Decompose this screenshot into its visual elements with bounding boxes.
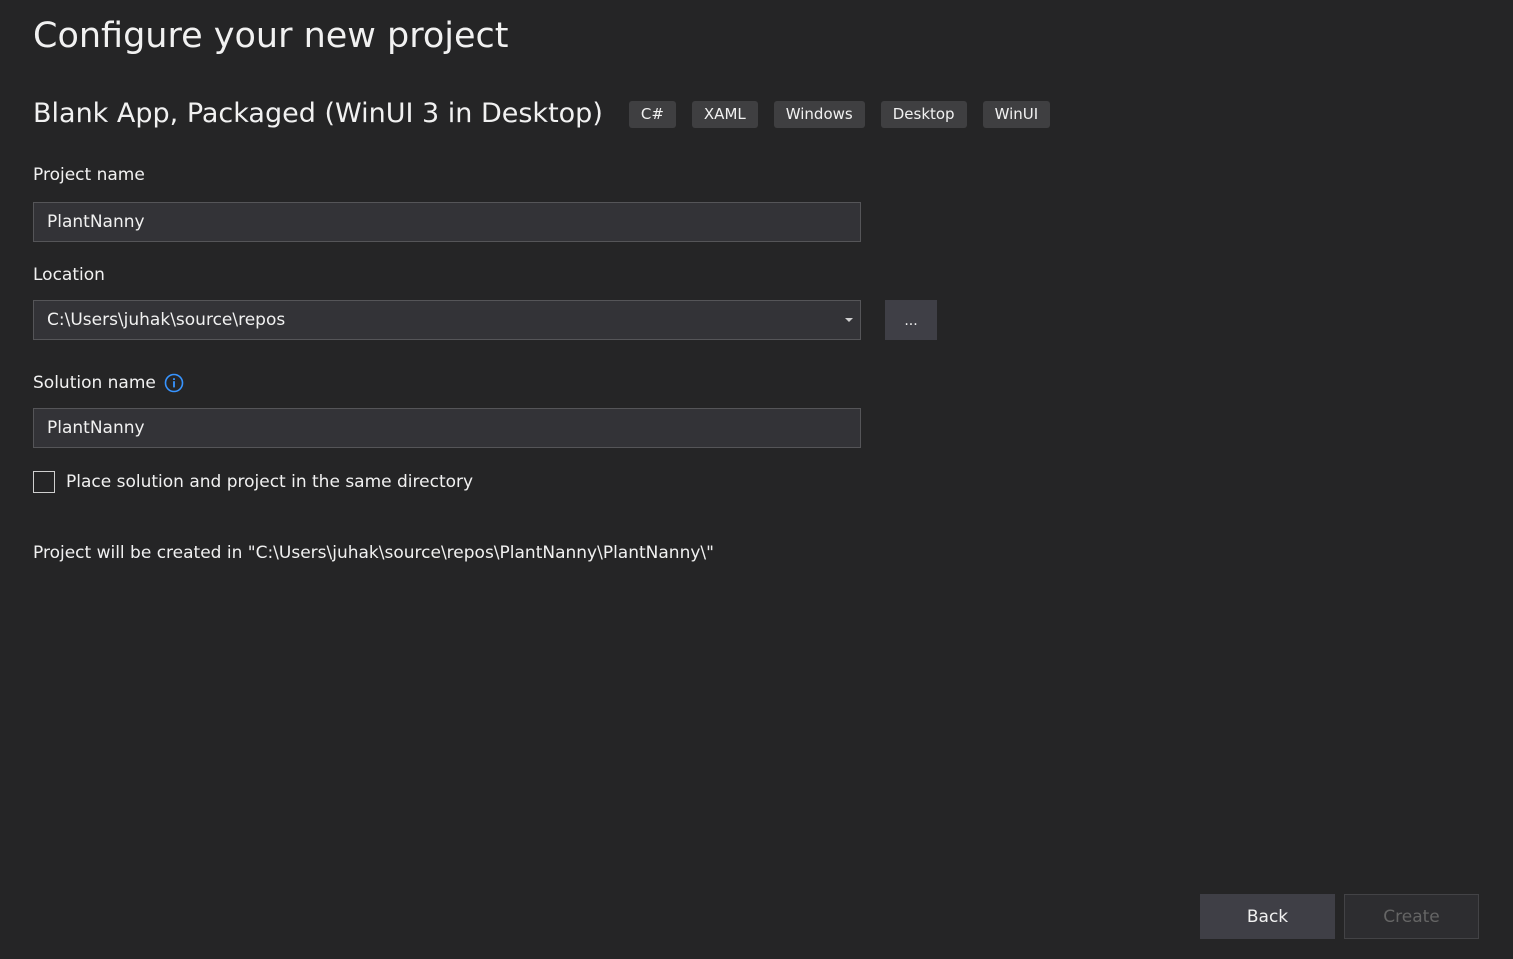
solution-name-input[interactable] [33,408,861,448]
tag-markup: XAML [691,100,758,128]
tag-platform: Windows [773,100,865,128]
browse-location-button[interactable]: ... [885,300,937,340]
location-label: Location [33,265,105,285]
same-directory-label[interactable]: Place solution and project in the same d… [66,472,473,492]
configure-project-dialog: Configure your new project Blank App, Pa… [0,0,1513,959]
create-button[interactable]: Create [1344,894,1479,939]
back-button[interactable]: Back [1200,894,1335,939]
same-directory-option[interactable]: Place solution and project in the same d… [33,469,473,495]
tag-app-type: Desktop [880,100,967,128]
location-value: C:\Users\juhak\source\repos [47,310,286,330]
location-combobox[interactable]: C:\Users\juhak\source\repos [33,300,861,340]
template-name: Blank App, Packaged (WinUI 3 in Desktop) [33,98,603,129]
template-header: Blank App, Packaged (WinUI 3 in Desktop)… [33,94,1066,134]
project-name-input[interactable] [33,202,861,242]
tag-framework: WinUI [982,100,1051,128]
project-path-preview: Project will be created in "C:\Users\juh… [33,543,714,563]
info-icon[interactable] [164,373,184,393]
dropdown-arrow-icon[interactable] [845,318,853,322]
solution-name-label-row: Solution name [33,371,184,395]
same-directory-checkbox[interactable] [33,471,55,493]
solution-name-label: Solution name [33,373,156,393]
page-title: Configure your new project [33,16,509,56]
project-name-label: Project name [33,165,145,185]
tag-language: C# [628,100,676,128]
